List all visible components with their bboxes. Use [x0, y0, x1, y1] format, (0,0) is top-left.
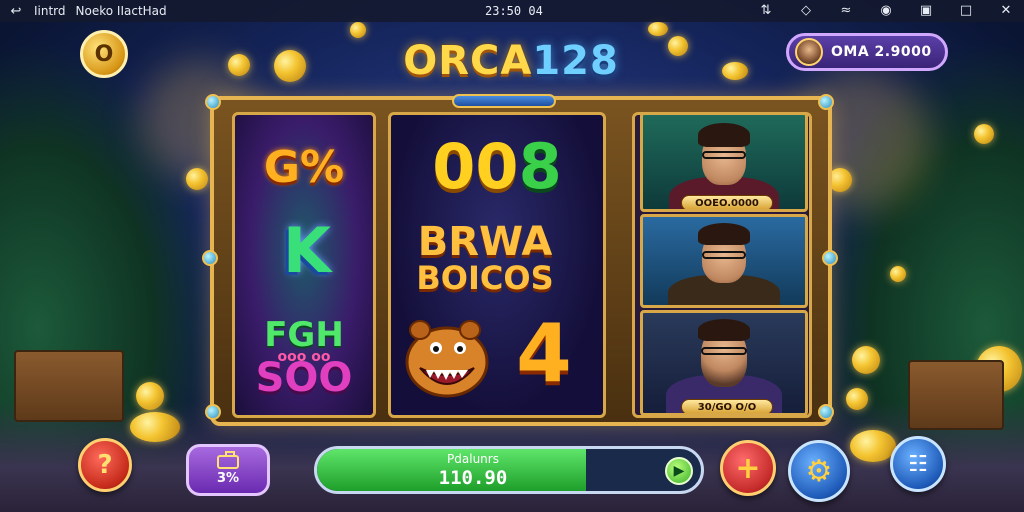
bulldog-creature-icon: [405, 320, 489, 398]
portrait-card-3: 30/GO O/O: [640, 310, 808, 416]
frame-gem-icon: [205, 404, 221, 420]
status-bar: ↩ Iintrd Noeko IIactHad 23:50 04 ⇅ ◇ ≈ ◉…: [0, 0, 1024, 22]
floating-coin: [350, 22, 366, 38]
window-icon[interactable]: □: [958, 2, 974, 18]
glasses-icon: [702, 151, 746, 159]
briefcase-icon: [217, 450, 239, 469]
portrait-3-label: 30/GO O/O: [681, 399, 773, 413]
floating-coin: [186, 168, 208, 190]
spin-value: 110.90: [438, 467, 508, 489]
frame-gem-icon: [202, 250, 218, 266]
reel-1-symbol-bottom-3: SOO: [255, 355, 353, 401]
portrait-hair: [698, 319, 750, 341]
spin-bar[interactable]: Pdalunrs 110.90 ▶: [314, 446, 704, 494]
wifi-icon: ≈: [840, 2, 852, 18]
arrow-left-icon[interactable]: ↩: [8, 3, 24, 19]
wooden-crate: [14, 350, 124, 422]
gear-icon: ⚙: [805, 453, 833, 489]
bluetooth-icon: ◇: [801, 2, 811, 18]
signal-icon: ⇅: [760, 2, 772, 18]
glasses-icon: [701, 347, 747, 355]
reel-2-symbol-mid-2: BOICOS: [416, 259, 554, 297]
bet-button[interactable]: 3%: [186, 444, 270, 496]
frame-gem-icon: [205, 94, 221, 110]
status-left-text-2: Noeko IIactHad: [75, 4, 167, 18]
floating-coin: [136, 382, 164, 410]
floating-coin: [890, 266, 906, 282]
logo-tab: [452, 94, 556, 108]
menu-button[interactable]: ☷: [890, 436, 946, 492]
logo-word: ORCA: [403, 38, 533, 84]
coin-menu-button[interactable]: O: [80, 30, 128, 78]
play-label: ▶: [673, 463, 685, 479]
floating-coin: [648, 22, 668, 36]
floating-coin: [130, 412, 180, 442]
reel-2-symbol-bottom: 4: [516, 307, 572, 400]
increase-bet-button[interactable]: +: [720, 440, 776, 496]
reel-2-symbol-top-b: 8: [518, 130, 562, 203]
game-logo: ORCA 128: [386, 30, 636, 92]
reel-2-symbol-top-a: 00: [432, 130, 519, 203]
close-icon[interactable]: ✕: [998, 2, 1014, 18]
floating-coin: [228, 54, 250, 76]
spin-label: Pdalunrs: [447, 452, 499, 466]
glasses-icon: [702, 251, 746, 259]
reel-1-symbol-mid: K: [282, 214, 332, 287]
floating-coin: [850, 430, 896, 462]
reel-2-symbol-top: 008: [400, 136, 594, 198]
status-left-text: Iintrd: [34, 4, 66, 18]
cast-icon[interactable]: ▣: [918, 2, 934, 18]
reel-1-symbol-top: G%: [263, 142, 345, 193]
coin-menu-label: O: [94, 41, 114, 67]
floating-coin: [852, 346, 880, 374]
status-time: 23:50 04: [485, 4, 543, 18]
wooden-crate: [908, 360, 1004, 430]
logo-number: 128: [532, 38, 619, 84]
portrait-hair: [698, 223, 750, 245]
portrait-card-2: [640, 214, 808, 308]
floating-coin: [846, 388, 868, 410]
avatar[interactable]: [795, 38, 823, 66]
floating-coin: [668, 36, 688, 56]
help-button[interactable]: ?: [78, 438, 132, 492]
reel-2-symbol-mid-1: BRWA: [417, 219, 553, 265]
floating-coin: [974, 124, 994, 144]
balance-panel[interactable]: OMA 2.9000: [786, 33, 948, 71]
record-icon[interactable]: ◉: [878, 2, 894, 18]
portrait-card-1: OOEO.0000: [640, 112, 808, 212]
floating-coin: [722, 62, 748, 80]
reel-1-symbol-bottom-1: FGH: [264, 315, 344, 355]
play-icon[interactable]: ▶: [665, 457, 693, 485]
frame-gem-icon: [818, 404, 834, 420]
balance-amount: OMA 2.9000: [831, 44, 932, 60]
menu-icon: ☷: [908, 451, 928, 477]
portrait-1-label: OOEO.0000: [681, 195, 773, 209]
help-label: ?: [97, 450, 113, 480]
floating-coin: [274, 50, 306, 82]
bet-value: 3%: [216, 470, 240, 486]
frame-gem-icon: [818, 94, 834, 110]
plus-label: +: [735, 450, 761, 486]
frame-gem-icon: [822, 250, 838, 266]
portrait-hair: [698, 123, 750, 147]
settings-button[interactable]: ⚙: [788, 440, 850, 502]
